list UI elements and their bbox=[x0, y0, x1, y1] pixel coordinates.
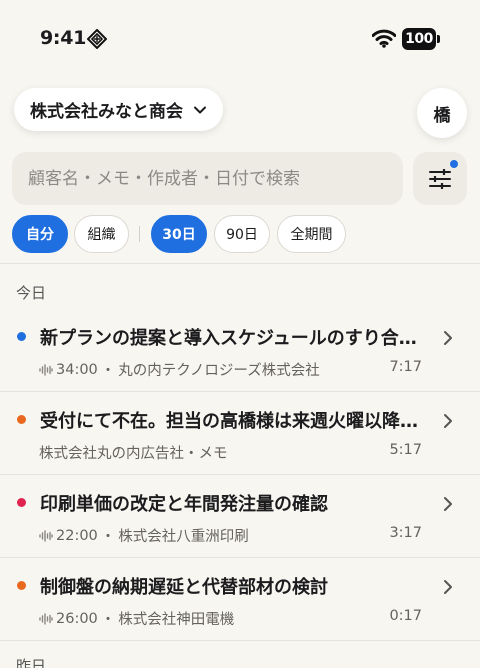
audio-waveform-icon bbox=[39, 612, 53, 625]
wifi-icon bbox=[372, 29, 396, 48]
item-duration: 5:17 bbox=[389, 442, 422, 458]
chip-30-days[interactable]: 30日 bbox=[151, 215, 207, 253]
filter-button[interactable] bbox=[413, 152, 467, 205]
battery-indicator: 100 bbox=[402, 28, 440, 50]
chevron-right-icon bbox=[444, 414, 452, 428]
separator: ・ bbox=[100, 612, 116, 628]
company-selector[interactable]: 株式会社みなと商会 bbox=[14, 88, 223, 131]
list-item[interactable]: 新プランの提案と導入スケジュールのすり合わせ 34:00 ・ 丸の内テクノロジー… bbox=[0, 310, 480, 392]
customer-name: 丸の内テクノロジーズ株式会社 bbox=[118, 363, 320, 379]
focus-mode-icon bbox=[87, 29, 107, 49]
separator: ・ bbox=[100, 529, 116, 545]
customer-name: 株式会社神田電機 bbox=[118, 612, 235, 628]
search-input[interactable] bbox=[28, 168, 388, 189]
item-title: 制御盤の納期遅延と代替部材の検討 bbox=[40, 577, 328, 598]
item-duration: 7:17 bbox=[389, 359, 422, 375]
chevron-right-icon bbox=[444, 497, 452, 511]
filter-active-dot bbox=[450, 160, 458, 168]
chip-mine[interactable]: 自分 bbox=[12, 215, 68, 253]
item-meta: 22:00 ・ 株式会社八重洲印刷 bbox=[39, 525, 249, 546]
status-dot bbox=[17, 332, 26, 341]
battery-level: 100 bbox=[402, 28, 436, 50]
item-title: 受付にて不在。担当の高橋様は来週火曜以降に再訪 bbox=[40, 411, 430, 432]
chip-organization[interactable]: 組織 bbox=[74, 215, 129, 253]
chevron-right-icon bbox=[444, 331, 452, 345]
customer-name: 株式会社八重洲印刷 bbox=[118, 529, 249, 545]
chip-all-time[interactable]: 全期間 bbox=[277, 215, 346, 253]
chevron-down-icon bbox=[194, 106, 206, 113]
item-title: 新プランの提案と導入スケジュールのすり合わせ bbox=[40, 328, 430, 349]
section-header-today: 今日 bbox=[16, 284, 47, 302]
item-duration: 3:17 bbox=[389, 525, 422, 541]
separator: ・ bbox=[100, 363, 116, 379]
status-dot bbox=[17, 581, 26, 590]
battery-cap bbox=[437, 35, 440, 43]
divider bbox=[0, 263, 480, 264]
list-item[interactable]: 印刷単価の改定と年間発注量の確認 22:00 ・ 株式会社八重洲印刷 3:17 bbox=[0, 476, 480, 558]
item-meta: 26:00 ・ 株式会社神田電機 bbox=[39, 608, 234, 629]
customer-name: 株式会社丸の内広告社・メモ bbox=[39, 446, 228, 462]
chip-divider bbox=[139, 226, 140, 242]
item-title: 印刷単価の改定と年間発注量の確認 bbox=[40, 494, 328, 515]
status-dot bbox=[17, 415, 26, 424]
item-duration: 0:17 bbox=[389, 608, 422, 624]
recording-length: 34:00 bbox=[56, 361, 98, 378]
avatar[interactable]: 橋 bbox=[417, 88, 467, 138]
section-header-yesterday: 昨日 bbox=[16, 657, 47, 668]
filter-sliders-icon bbox=[429, 168, 451, 189]
list-item[interactable]: 制御盤の納期遅延と代替部材の検討 26:00 ・ 株式会社神田電機 0:17 bbox=[0, 559, 480, 641]
search-box[interactable] bbox=[12, 152, 403, 205]
item-meta: 株式会社丸の内広告社・メモ bbox=[39, 442, 228, 463]
chevron-right-icon bbox=[444, 580, 452, 594]
list-item[interactable]: 受付にて不在。担当の高橋様は来週火曜以降に再訪 株式会社丸の内広告社・メモ 5:… bbox=[0, 393, 480, 475]
recording-length: 26:00 bbox=[56, 610, 98, 627]
audio-waveform-icon bbox=[39, 529, 53, 542]
company-name: 株式会社みなと商会 bbox=[30, 102, 183, 122]
item-meta: 34:00 ・ 丸の内テクノロジーズ株式会社 bbox=[39, 359, 320, 380]
audio-waveform-icon bbox=[39, 363, 53, 376]
recording-length: 22:00 bbox=[56, 527, 98, 544]
chip-90-days[interactable]: 90日 bbox=[214, 215, 270, 253]
status-time: 9:41 bbox=[40, 27, 87, 49]
status-bar: 9:41 100 bbox=[0, 0, 480, 78]
status-dot bbox=[17, 498, 26, 507]
